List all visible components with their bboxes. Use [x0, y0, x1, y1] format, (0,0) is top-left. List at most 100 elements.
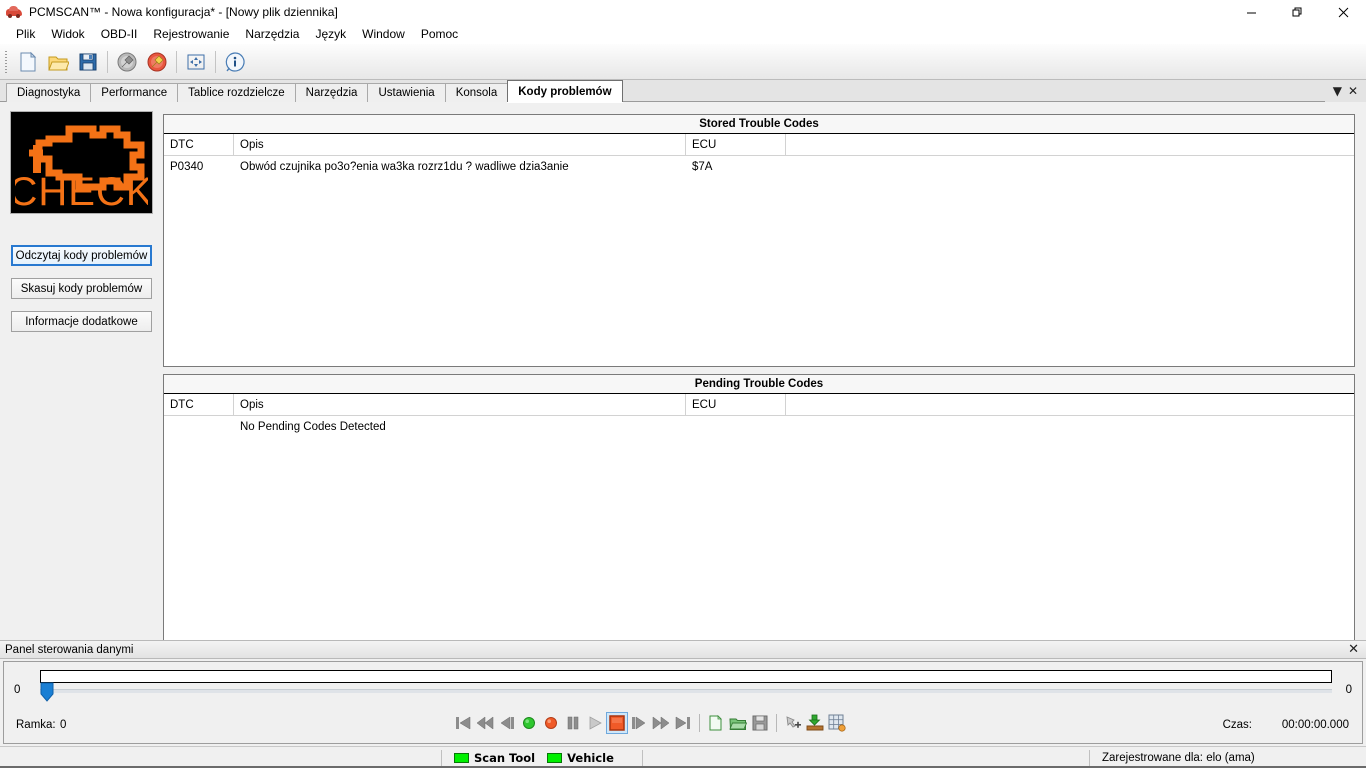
time-label: Czas:: [1222, 719, 1252, 731]
car-icon: [6, 4, 22, 20]
sidebar: CHECK Odczytaj kody problemów Skasuj kod…: [0, 102, 162, 640]
connect-green-icon[interactable]: [518, 712, 540, 734]
playback-slider[interactable]: 0 0: [4, 666, 1364, 708]
skip-to-end-icon[interactable]: [672, 712, 694, 734]
time-value: 00:00:00.000: [1281, 719, 1349, 731]
menu-bar: Plik Widok OBD-II Rejestrowanie Narzędzi…: [0, 24, 1366, 44]
tab-narzedzia[interactable]: Narzędzia: [294, 83, 369, 102]
cell-extra: [786, 156, 1354, 178]
menu-item-narzedzia[interactable]: Narzędzia: [237, 25, 307, 43]
pending-grid-header: DTC Opis ECU: [164, 394, 1354, 416]
tab-ustawienia[interactable]: Ustawienia: [367, 83, 446, 102]
registered-label: Zarejestrowane dla: elo (ama): [1102, 751, 1255, 764]
menu-item-widok[interactable]: Widok: [43, 25, 92, 43]
cell-extra: [786, 416, 1354, 438]
column-header-opis[interactable]: Opis: [234, 394, 686, 416]
stored-trouble-codes-panel: Stored Trouble Codes DTC Opis ECU P0340 …: [163, 114, 1355, 367]
menu-item-window[interactable]: Window: [354, 25, 413, 43]
close-button[interactable]: [1320, 0, 1366, 24]
play-icon[interactable]: [584, 712, 606, 734]
scan-tool-label: Scan Tool: [474, 750, 536, 765]
menu-item-pomoc[interactable]: Pomoc: [413, 25, 466, 43]
read-trouble-codes-button[interactable]: Odczytaj kody problemów: [11, 245, 152, 266]
window-title: PCMSCAN™ - Nowa konfiguracja* - [Nowy pl…: [29, 5, 338, 19]
check-engine-icon: CHECK: [15, 125, 148, 210]
column-header-ecu[interactable]: ECU: [686, 134, 786, 156]
cell-ecu: [686, 416, 786, 438]
save-file-icon[interactable]: [73, 47, 103, 77]
column-header-dtc[interactable]: DTC: [164, 134, 234, 156]
cell-dtc: P0340: [170, 161, 204, 173]
check-engine-text: CHECK: [15, 170, 148, 210]
slider-progress-bar: [40, 670, 1332, 683]
stored-trouble-codes-title: Stored Trouble Codes: [164, 115, 1354, 134]
tab-tablice-rozdzielcze[interactable]: Tablice rozdzielcze: [177, 83, 296, 102]
column-header-extra[interactable]: [786, 134, 1354, 156]
frame-label: Ramka:: [16, 719, 56, 731]
menu-item-rejestrowanie[interactable]: Rejestrowanie: [145, 25, 237, 43]
cell-opis: No Pending Codes Detected: [240, 421, 386, 433]
fast-forward-icon[interactable]: [650, 712, 672, 734]
grid-view-icon[interactable]: [826, 712, 848, 734]
column-header-extra[interactable]: [786, 394, 1354, 416]
additional-info-button[interactable]: Informacje dodatkowe: [11, 311, 152, 332]
slider-thumb[interactable]: [40, 682, 54, 702]
vehicle-label: Vehicle: [567, 750, 614, 765]
connection-status: Scan Tool Vehicle: [442, 747, 642, 768]
step-back-icon[interactable]: [496, 712, 518, 734]
tab-performance[interactable]: Performance: [90, 83, 179, 102]
frame-value: 0: [60, 719, 67, 731]
close-tab-icon[interactable]: ✕: [1348, 85, 1358, 97]
restore-button[interactable]: [1274, 0, 1320, 24]
cell-ecu: $7A: [692, 161, 713, 173]
tab-konsola[interactable]: Konsola: [444, 83, 509, 102]
slider-track[interactable]: [40, 689, 1332, 693]
new-file-icon[interactable]: [13, 47, 43, 77]
data-control-panel-header: Panel sterowania danymi ✕: [0, 640, 1366, 659]
stored-grid-body: P0340 Obwód czujnika po3o?enia wa3ka roz…: [164, 156, 1354, 178]
tab-diagnostyka[interactable]: Diagnostyka: [6, 83, 92, 102]
chevron-down-icon[interactable]: ▼: [1333, 85, 1342, 97]
window-controls: [1228, 0, 1366, 24]
stop-icon[interactable]: [606, 712, 628, 734]
step-forward-icon[interactable]: [628, 712, 650, 734]
toolbar: [0, 44, 1366, 80]
clear-trouble-codes-button[interactable]: Skasuj kody problemów: [11, 278, 152, 299]
record-icon[interactable]: [540, 712, 562, 734]
pause-icon[interactable]: [562, 712, 584, 734]
skip-to-start-icon[interactable]: [452, 712, 474, 734]
fit-window-icon[interactable]: [181, 47, 211, 77]
add-marker-icon[interactable]: [782, 712, 804, 734]
disconnect-plug-icon[interactable]: [112, 47, 142, 77]
save-log-icon[interactable]: [749, 712, 771, 734]
scan-tool-led-icon: [454, 752, 469, 763]
tab-strip: Diagnostyka Performance Tablice rozdziel…: [0, 80, 1366, 102]
open-file-icon[interactable]: [43, 47, 73, 77]
table-row[interactable]: P0340 Obwód czujnika po3o?enia wa3ka roz…: [164, 156, 1354, 178]
check-engine-light-image: CHECK: [10, 111, 153, 214]
tab-kody-problemow[interactable]: Kody problemów: [507, 80, 623, 102]
connect-plug-icon[interactable]: [142, 47, 172, 77]
status-cell-middle: [643, 747, 1089, 768]
slider-min-label: 0: [14, 684, 21, 696]
rewind-icon[interactable]: [474, 712, 496, 734]
close-panel-icon[interactable]: ✕: [1348, 642, 1359, 658]
info-icon[interactable]: [220, 47, 250, 77]
export-icon[interactable]: [804, 712, 826, 734]
menu-item-obd2[interactable]: OBD-II: [93, 25, 146, 43]
open-log-icon[interactable]: [727, 712, 749, 734]
toolbar-grip[interactable]: [2, 50, 10, 73]
column-header-dtc[interactable]: DTC: [164, 394, 234, 416]
table-row[interactable]: No Pending Codes Detected: [164, 416, 1354, 438]
main-content: CHECK Odczytaj kody problemów Skasuj kod…: [0, 102, 1366, 723]
title-bar: PCMSCAN™ - Nowa konfiguracja* - [Nowy pl…: [0, 0, 1366, 24]
column-header-opis[interactable]: Opis: [234, 134, 686, 156]
pending-grid-body: No Pending Codes Detected: [164, 416, 1354, 438]
tab-strip-controls: ▼ ✕: [1324, 80, 1366, 102]
menu-item-jezyk[interactable]: Język: [307, 25, 354, 43]
menu-item-plik[interactable]: Plik: [8, 25, 43, 43]
column-header-ecu[interactable]: ECU: [686, 394, 786, 416]
new-log-icon[interactable]: [705, 712, 727, 734]
data-control-panel-title: Panel sterowania danymi: [5, 643, 134, 656]
minimize-button[interactable]: [1228, 0, 1274, 24]
